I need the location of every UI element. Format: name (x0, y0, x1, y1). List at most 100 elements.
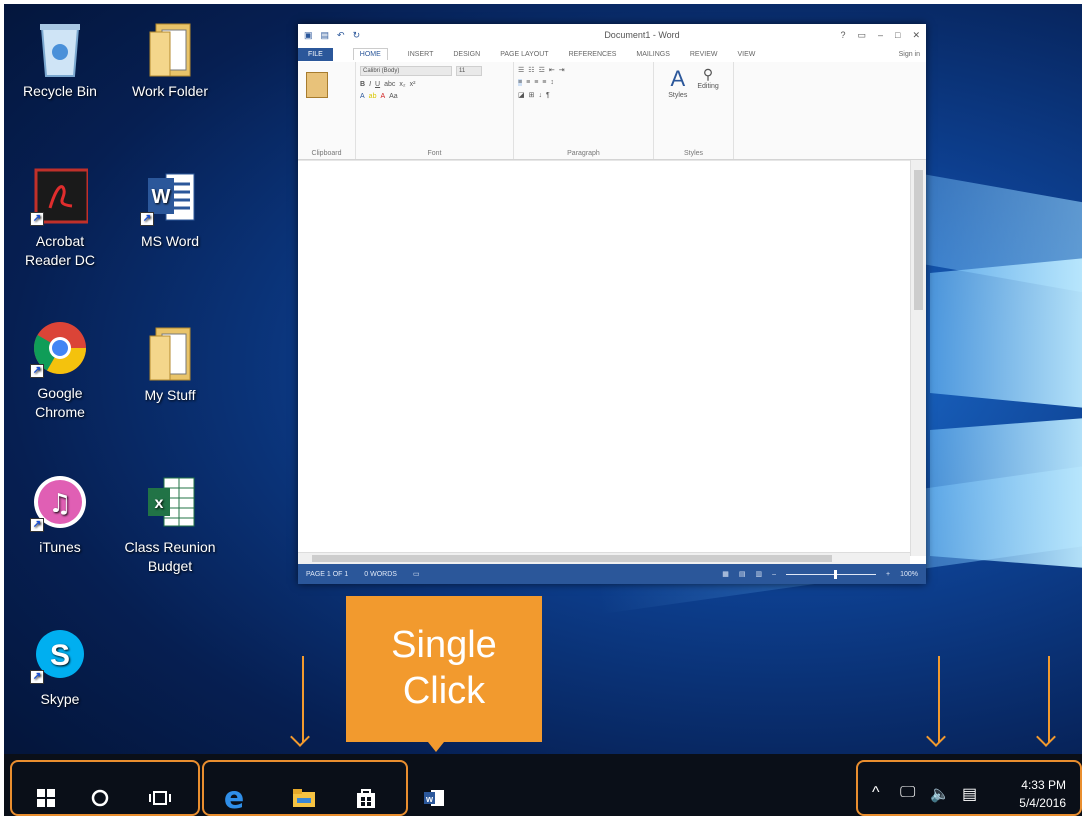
zoom-out-icon[interactable]: – (772, 571, 776, 578)
shortcut-arrow-icon: ↗ (30, 670, 44, 684)
windows-icon (37, 789, 55, 807)
tab-insert[interactable]: INSERT (408, 51, 434, 58)
paragraph-group: ☰ ☷ ☲ ⇤ ⇥ ≡ ≡ ≡ ≡ ↕ ◪ ⊞ ↓ ¶ Paragraph (514, 62, 654, 159)
read-mode-icon[interactable]: ▦ (722, 570, 729, 578)
show-hidden-icons-chevron-icon[interactable]: ^ (872, 784, 880, 802)
search-button[interactable] (80, 778, 120, 818)
line-spacing-button[interactable]: ↕ (550, 79, 554, 86)
taskbar-clock[interactable]: 4:33 PM 5/4/2016 (1019, 776, 1066, 812)
show-marks-button[interactable]: ¶ (546, 92, 550, 99)
vertical-scrollbar[interactable] (910, 160, 926, 556)
close-icon[interactable]: ✕ (912, 30, 920, 41)
numbering-button[interactable]: ☷ (528, 66, 534, 74)
action-center-icon[interactable]: ▤ (962, 784, 977, 804)
font-size-select[interactable]: 11 (456, 66, 482, 76)
change-case-button[interactable]: Aa (389, 93, 398, 100)
desktop-icon-acrobat[interactable]: ↗ Acrobat Reader DC (10, 168, 110, 270)
increase-indent-button[interactable]: ⇥ (559, 66, 565, 74)
shortcut-arrow-icon: ↗ (30, 212, 44, 226)
desktop-icon-skype[interactable]: S ↗ Skype (10, 626, 110, 709)
word-count[interactable]: 0 WORDS (364, 571, 397, 578)
desktop-icon-ms-word[interactable]: W ↗ MS Word (120, 168, 220, 251)
multilevel-list-button[interactable]: ☲ (539, 66, 545, 74)
highlight-button[interactable]: ab (369, 93, 377, 100)
tab-view[interactable]: VIEW (737, 51, 755, 58)
document-page[interactable] (298, 160, 910, 552)
sign-in-link[interactable]: Sign in (899, 51, 920, 58)
font-name-select[interactable]: Calibri (Body) (360, 66, 452, 76)
redo-icon[interactable]: ↻ (353, 30, 361, 41)
center-button[interactable]: ≡ (526, 79, 530, 86)
tab-review[interactable]: REVIEW (690, 51, 718, 58)
desktop-icon-itunes[interactable]: ♫ ↗ iTunes (10, 474, 110, 557)
svg-text:♫: ♫ (48, 489, 71, 519)
document-title: Document1 - Word (604, 30, 680, 40)
maximize-icon[interactable]: □ (895, 30, 900, 41)
tab-design[interactable]: DESIGN (453, 51, 480, 58)
styles-button[interactable]: A Styles (668, 66, 687, 155)
proofing-icon[interactable]: ▭ (413, 570, 420, 578)
text-effects-button[interactable]: A (360, 93, 365, 100)
store-button[interactable] (346, 778, 386, 818)
ribbon-display-icon[interactable]: ▭ (857, 30, 866, 41)
task-view-button[interactable] (140, 778, 180, 818)
italic-button[interactable]: I (369, 81, 371, 88)
svg-text:x: x (155, 495, 164, 512)
decrease-indent-button[interactable]: ⇤ (549, 66, 555, 74)
edge-button[interactable]: e (214, 778, 254, 818)
recycle-bin-icon (32, 18, 88, 77)
align-right-button[interactable]: ≡ (534, 79, 538, 86)
tab-mailings[interactable]: MAILINGS (636, 51, 669, 58)
skype-icon: S ↗ (30, 626, 88, 684)
strikethrough-button[interactable]: abc (384, 81, 395, 88)
desktop-icon-work-folder[interactable]: Work Folder (120, 18, 220, 101)
word-window[interactable]: ▣ ▤ ↶ ↻ Document1 - Word ? ▭ – □ ✕ FILE … (298, 24, 926, 584)
zoom-slider[interactable] (786, 569, 876, 579)
desktop-icon-recycle-bin[interactable]: Recycle Bin (10, 18, 110, 101)
subscript-button[interactable]: x₂ (399, 81, 405, 88)
start-button[interactable] (26, 778, 66, 818)
superscript-button[interactable]: x² (410, 81, 416, 88)
page-count[interactable]: PAGE 1 OF 1 (306, 571, 348, 578)
minimize-icon[interactable]: – (878, 30, 883, 41)
zoom-in-icon[interactable]: + (886, 571, 890, 578)
shading-button[interactable]: ◪ (518, 91, 525, 99)
borders-button[interactable]: ⊞ (529, 91, 535, 99)
zoom-level[interactable]: 100% (900, 571, 918, 578)
bold-button[interactable]: B (360, 81, 365, 88)
word-taskbar-button[interactable]: w (414, 778, 454, 818)
align-left-button[interactable]: ≡ (518, 79, 523, 86)
scroll-thumb[interactable] (914, 170, 923, 310)
help-icon[interactable]: ? (840, 30, 845, 41)
tab-file[interactable]: FILE (298, 47, 333, 61)
excel-icon: x (142, 474, 198, 530)
volume-icon[interactable]: 🔈 (930, 784, 950, 804)
bullets-button[interactable]: ☰ (518, 66, 524, 74)
web-layout-icon[interactable]: ▥ (755, 570, 762, 578)
styles-group-label: Styles (683, 150, 704, 157)
annotation-arrow (302, 656, 304, 742)
scroll-thumb[interactable] (312, 555, 832, 562)
desktop-icon-class-reunion-budget[interactable]: x Class Reunion Budget (120, 474, 220, 576)
underline-button[interactable]: U (375, 81, 380, 88)
sort-button[interactable]: ↓ (539, 92, 543, 99)
horizontal-scrollbar[interactable] (298, 552, 910, 564)
tab-home[interactable]: HOME (352, 48, 388, 60)
svg-text:S: S (50, 639, 70, 672)
print-layout-icon[interactable]: ▤ (739, 570, 746, 578)
desktop-icon-google-chrome[interactable]: ↗ Google Chrome (10, 320, 110, 422)
desktop-icon-my-stuff[interactable]: My Stuff (120, 322, 220, 405)
desktop-icon-label: Recycle Bin (23, 83, 97, 99)
ribbon-tabs: FILE HOME INSERT DESIGN PAGE LAYOUT REFE… (298, 46, 926, 62)
save-icon[interactable]: ▤ (321, 30, 330, 41)
network-icon[interactable]: 🖵 (900, 784, 915, 802)
editing-button[interactable]: ⚲ Editing (697, 66, 718, 155)
tab-page-layout[interactable]: PAGE LAYOUT (500, 51, 548, 58)
font-color-button[interactable]: A (380, 93, 385, 100)
paste-icon[interactable] (306, 72, 328, 98)
tab-references[interactable]: REFERENCES (569, 51, 617, 58)
justify-button[interactable]: ≡ (542, 79, 546, 86)
undo-icon[interactable]: ↶ (337, 30, 345, 41)
shortcut-arrow-icon: ↗ (30, 518, 44, 532)
file-explorer-button[interactable] (284, 778, 324, 818)
